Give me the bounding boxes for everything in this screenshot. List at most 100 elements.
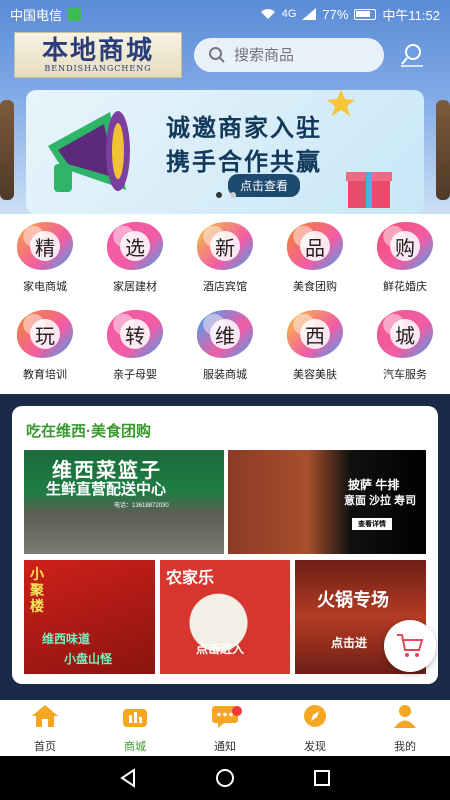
tile-e-button[interactable]: 点击进 (331, 634, 367, 651)
carrier-label: 中国电信 (10, 7, 63, 23)
search-button[interactable] (398, 41, 426, 69)
home-circle-icon[interactable] (215, 768, 235, 788)
wifi-icon (260, 9, 275, 19)
tile-d-button[interactable]: 点击进入 (196, 640, 244, 657)
category-grid: 精家电商城选家居建材新酒店宾馆品美食团购购鲜花婚庆玩教育培训转亲子母婴维服装商城… (0, 214, 450, 398)
tile-vegetable-basket[interactable]: 维西菜篮子 生鲜直营配送中心 电话：13618872030 (24, 450, 224, 554)
gift-icon (346, 172, 392, 208)
search-icon (401, 44, 423, 67)
category-item[interactable]: 选家居建材 (90, 222, 180, 310)
banner-next-slide[interactable] (436, 100, 450, 200)
category-char: 西 (300, 319, 330, 349)
category-item[interactable]: 城汽车服务 (360, 310, 450, 398)
category-label: 酒店宾馆 (203, 281, 247, 293)
tile-e-title: 火锅专场 (317, 590, 389, 610)
banner-slide[interactable]: 诚邀商家入驻 携手合作共赢 点击查看 (26, 90, 424, 214)
category-label: 家居建材 (113, 281, 157, 293)
logo-subtitle: BENDISHANGCHENG (44, 63, 152, 73)
banner-pagination (216, 192, 236, 198)
star-icon (327, 90, 355, 116)
pagination-dot[interactable] (216, 192, 222, 198)
category-char: 选 (120, 231, 150, 261)
category-item[interactable]: 玩教育培训 (0, 310, 90, 398)
tile-xiaojulou[interactable]: 小聚楼 维西味道 小盘山怪 (24, 560, 155, 674)
carrier-app-icon (68, 7, 82, 21)
category-blob-icon: 转 (107, 310, 163, 358)
category-label: 家电商城 (23, 281, 67, 293)
cart-button[interactable] (384, 620, 436, 672)
user-icon (390, 703, 420, 734)
tile-b-line2: 意面 沙拉 寿司 (344, 495, 417, 507)
category-label: 亲子母婴 (113, 369, 157, 381)
nav-item-user[interactable]: 我的 (360, 700, 450, 756)
search-bar[interactable] (194, 38, 384, 72)
logo-title: 本地商城 (41, 35, 154, 66)
battery-icon (354, 8, 377, 20)
category-char: 精 (30, 231, 60, 261)
category-char: 维 (210, 319, 240, 349)
category-label: 美食团购 (293, 281, 337, 293)
banner-carousel[interactable]: 诚邀商家入驻 携手合作共赢 点击查看 (0, 90, 450, 214)
tile-western-food[interactable]: 披萨 牛排 意面 沙拉 寿司 查看详情 (228, 450, 426, 554)
category-label: 服装商城 (203, 369, 247, 381)
tile-b-line1: 披萨 牛排 (348, 478, 400, 492)
notification-badge (232, 706, 242, 716)
category-blob-icon: 玩 (17, 310, 73, 358)
category-blob-icon: 城 (377, 310, 433, 358)
category-item[interactable]: 购鲜花婚庆 (360, 222, 450, 310)
tile-d-title: 农家乐 (166, 570, 215, 587)
clock: 中午11:52 (382, 7, 440, 23)
category-item[interactable]: 品美食团购 (270, 222, 360, 310)
nav-label: 首页 (34, 740, 56, 753)
category-label: 美容美肤 (293, 369, 337, 381)
category-item[interactable]: 西美容美肤 (270, 310, 360, 398)
header: 本地商城 BENDISHANGCHENG (0, 28, 450, 82)
category-label: 教育培训 (23, 369, 67, 381)
battery-percent: 77% (322, 6, 349, 22)
nav-item-message[interactable]: 通知 (180, 700, 270, 756)
category-item[interactable]: 转亲子母婴 (90, 310, 180, 398)
tile-a-phone: 电话：13618872030 (114, 503, 169, 509)
tile-a-subtitle: 生鲜直营配送中心 (46, 481, 167, 498)
banner-headline-1: 诚邀商家入驻 (166, 115, 322, 142)
status-bar: 中国电信 4G 77% 中午11:52 (0, 0, 450, 28)
tile-c-title: 小聚楼 (30, 566, 44, 614)
nav-item-home[interactable]: 首页 (0, 700, 90, 756)
nav-item-shop[interactable]: 商城 (90, 700, 180, 756)
search-input[interactable] (234, 46, 354, 64)
nav-label: 我的 (394, 740, 416, 753)
signal-type: 4G (281, 8, 297, 20)
banner-view-button[interactable]: 点击查看 (228, 174, 301, 197)
category-item[interactable]: 新酒店宾馆 (180, 222, 270, 310)
recents-icon[interactable] (312, 768, 332, 788)
category-label: 鲜花婚庆 (383, 281, 427, 293)
food-section-title: 吃在维西·美食团购 (26, 423, 151, 440)
category-char: 品 (300, 231, 330, 261)
category-item[interactable]: 维服装商城 (180, 310, 270, 398)
category-blob-icon: 新 (197, 222, 253, 270)
category-char: 转 (120, 319, 150, 349)
banner-prev-slide[interactable] (0, 100, 14, 200)
nav-label: 发现 (304, 740, 326, 753)
tile-c-sub2: 小盘山怪 (64, 652, 113, 666)
back-icon[interactable] (118, 768, 138, 788)
search-icon (209, 47, 225, 63)
bottom-navigation: 首页 商城 通知 发现 我的 (0, 700, 450, 756)
nav-item-compass[interactable]: 发现 (270, 700, 360, 756)
food-section: 吃在维西·美食团购 维西菜篮子 生鲜直营配送中心 电话：13618872030 … (12, 406, 438, 684)
cart-icon (397, 634, 424, 657)
megaphone-icon (48, 111, 130, 192)
nav-label: 通知 (214, 740, 236, 753)
tile-farmhouse[interactable]: 农家乐 点击进入 (160, 560, 290, 674)
category-blob-icon: 选 (107, 222, 163, 270)
category-item[interactable]: 精家电商城 (0, 222, 90, 310)
category-blob-icon: 维 (197, 310, 253, 358)
tile-b-detail-button[interactable]: 查看详情 (352, 518, 392, 530)
compass-icon (300, 703, 330, 734)
pagination-dot[interactable] (230, 192, 236, 198)
app-logo[interactable]: 本地商城 BENDISHANGCHENG (14, 32, 182, 78)
category-blob-icon: 购 (377, 222, 433, 270)
category-label: 汽车服务 (383, 369, 427, 381)
system-navigation-bar (0, 756, 450, 800)
nav-label: 商城 (124, 740, 146, 753)
